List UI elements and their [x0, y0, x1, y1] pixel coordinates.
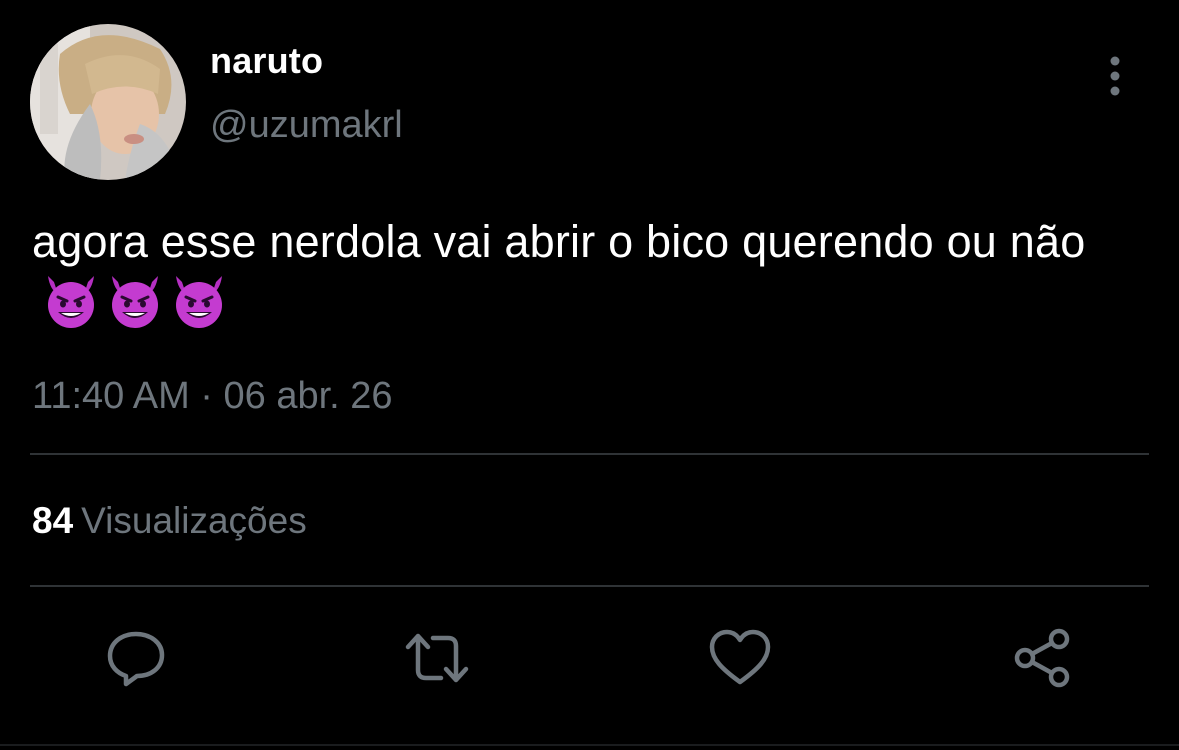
tweet-timestamp[interactable]: 11:40 AM · 06 abr. 26 [32, 375, 393, 418]
share-icon [1014, 628, 1070, 688]
smiling-devil-icon [112, 276, 158, 328]
avatar[interactable] [30, 24, 186, 180]
emoji-group [42, 272, 234, 345]
more-options-icon[interactable] [1096, 54, 1134, 98]
tweet-text-body: agora esse nerdola vai abrir o bico quer… [32, 216, 1086, 267]
smiling-devil-icon [176, 276, 222, 328]
divider [30, 585, 1149, 587]
retweet-icon [405, 633, 469, 683]
tweet-text: agora esse nerdola vai abrir o bico quer… [32, 212, 1172, 345]
share-button[interactable] [1011, 626, 1075, 690]
reply-icon [107, 631, 165, 687]
views-count: 84 [32, 500, 74, 541]
reply-button[interactable] [104, 626, 168, 690]
views-stat[interactable]: 84 Visualizações [32, 500, 307, 542]
divider [30, 453, 1149, 455]
smiling-devil-icon [48, 276, 94, 328]
like-icon [709, 629, 771, 685]
bottom-divider [0, 744, 1179, 746]
retweet-button[interactable] [405, 626, 469, 690]
views-label: Visualizações [81, 500, 307, 541]
avatar-photo [30, 24, 186, 180]
display-name[interactable]: naruto [210, 40, 323, 82]
user-handle[interactable]: @uzumakrl [210, 104, 403, 147]
like-button[interactable] [708, 626, 772, 690]
